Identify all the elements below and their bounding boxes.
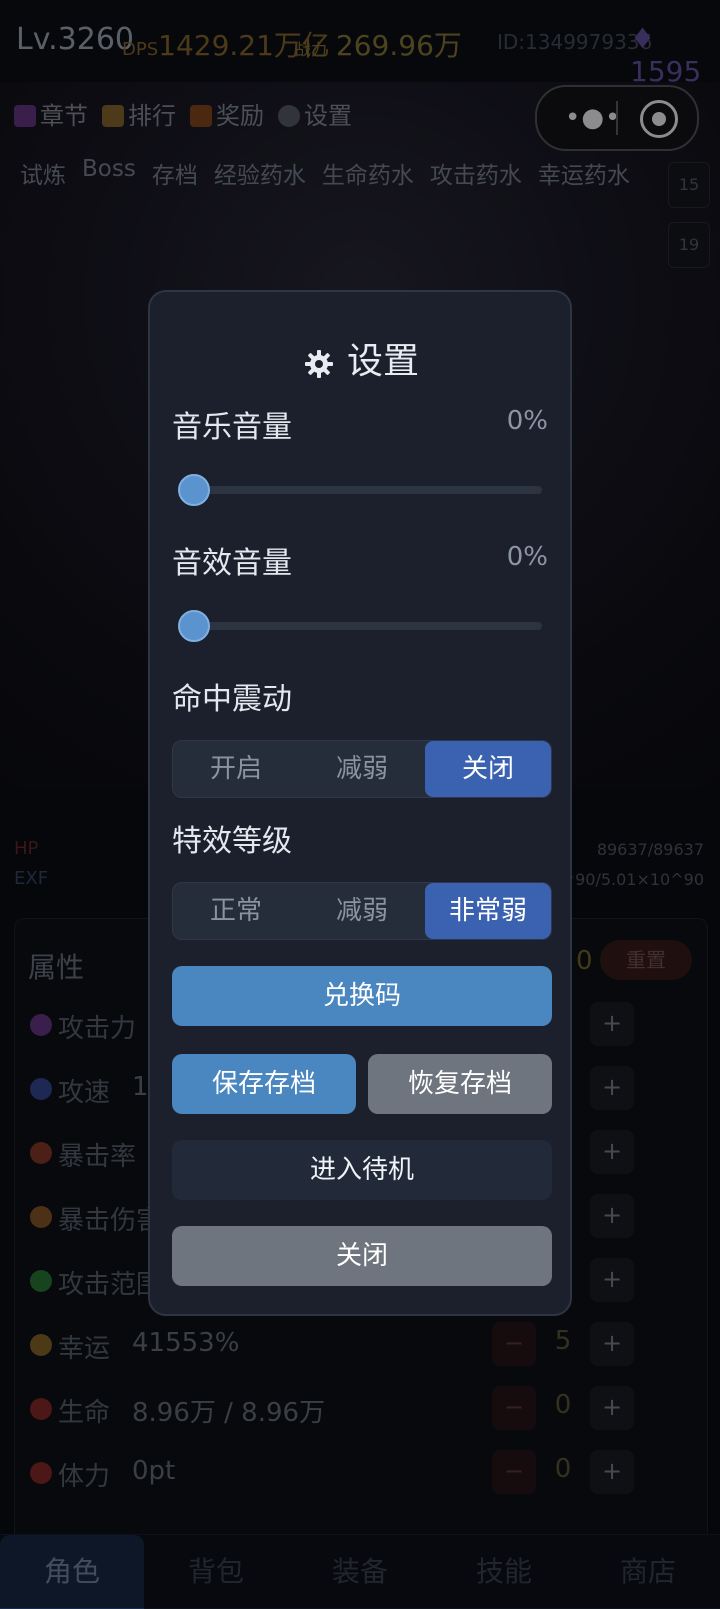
sfx-volume-value: 0% <box>506 542 548 572</box>
settings-title: 设置 <box>150 332 574 384</box>
sfx-slider-knob[interactable] <box>178 610 210 642</box>
effects-option-normal[interactable]: 正常 <box>173 883 299 939</box>
effects-segmented-control: 正常 减弱 非常弱 <box>172 882 552 940</box>
vibration-option-on[interactable]: 开启 <box>173 741 299 797</box>
effects-level-label: 特效等级 <box>172 824 292 859</box>
sfx-slider-track[interactable] <box>182 622 542 630</box>
vibration-label: 命中震动 <box>172 682 292 717</box>
settings-dialog: 设置 音乐音量 0% 音效音量 0% 命中震动 开启 减弱 关闭 特效等级 正常… <box>148 290 572 1316</box>
effects-option-weak[interactable]: 减弱 <box>299 883 425 939</box>
gear-icon <box>304 350 333 378</box>
restore-archive-button[interactable]: 恢复存档 <box>368 1054 552 1114</box>
vibration-option-weak[interactable]: 减弱 <box>299 741 425 797</box>
music-slider-track[interactable] <box>182 486 542 494</box>
music-volume-value: 0% <box>506 406 548 436</box>
settings-title-text: 设置 <box>346 341 419 382</box>
vibration-option-off[interactable]: 关闭 <box>425 741 551 797</box>
effects-option-very-weak[interactable]: 非常弱 <box>425 883 551 939</box>
redeem-code-button[interactable]: 兑换码 <box>172 966 552 1026</box>
music-volume-label: 音乐音量 <box>172 410 292 445</box>
music-volume-slider[interactable] <box>172 470 542 510</box>
sfx-volume-slider[interactable] <box>172 606 542 646</box>
close-button[interactable]: 关闭 <box>172 1226 552 1286</box>
music-slider-knob[interactable] <box>178 474 210 506</box>
vibration-segmented-control: 开启 减弱 关闭 <box>172 740 552 798</box>
enter-idle-button[interactable]: 进入待机 <box>172 1140 552 1200</box>
sfx-volume-label: 音效音量 <box>172 546 292 581</box>
save-archive-button[interactable]: 保存存档 <box>172 1054 356 1114</box>
